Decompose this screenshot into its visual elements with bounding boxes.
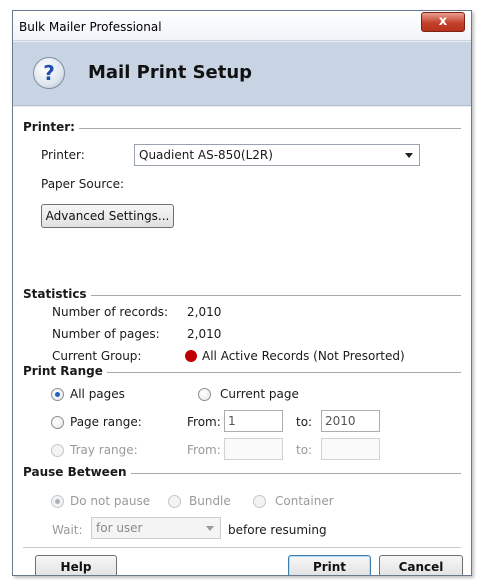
before-resuming-label: before resuming xyxy=(228,523,327,537)
dialog-heading: Mail Print Setup xyxy=(88,62,253,83)
print-range-section-header: Print Range xyxy=(23,364,461,380)
dialog-window: Bulk Mailer Professional x ? Mail Print … xyxy=(12,10,472,576)
cancel-button[interactable]: Cancel xyxy=(379,555,463,575)
do-not-pause-label[interactable]: Do not pause xyxy=(70,494,150,508)
close-icon: x xyxy=(438,14,448,29)
statistics-section-header: Statistics xyxy=(23,287,461,303)
wait-label: Wait: xyxy=(52,523,83,537)
printer-dropdown[interactable]: Quadient AS-850(L2R) xyxy=(134,144,420,166)
page-to-label: to: xyxy=(296,415,313,429)
page-from-label: From: xyxy=(187,415,221,429)
pause-section-header: Pause Between xyxy=(23,465,461,481)
all-pages-label[interactable]: All pages xyxy=(70,387,125,401)
pages-value: 2,010 xyxy=(187,327,222,341)
title-bar: Bulk Mailer Professional x xyxy=(13,11,471,41)
advanced-settings-button[interactable]: Advanced Settings... xyxy=(41,204,174,228)
printer-section-label: Printer: xyxy=(23,120,79,134)
group-status-dot xyxy=(185,350,197,362)
container-radio[interactable] xyxy=(253,495,266,508)
tray-range-label[interactable]: Tray range: xyxy=(70,443,138,457)
tray-to-label: to: xyxy=(296,443,313,457)
chevron-down-icon xyxy=(405,153,413,158)
paper-source-label: Paper Source: xyxy=(41,177,125,191)
wait-dropdown[interactable]: for user xyxy=(91,517,221,539)
do-not-pause-radio[interactable] xyxy=(51,495,64,508)
tray-from-input[interactable] xyxy=(224,438,283,460)
print-button[interactable]: Print xyxy=(288,555,371,575)
tray-from-label: From: xyxy=(187,443,221,457)
all-pages-radio[interactable] xyxy=(51,388,64,401)
bundle-label[interactable]: Bundle xyxy=(189,494,231,508)
dialog-content: Printer: Printer: Quadient AS-850(L2R) P… xyxy=(13,107,471,575)
printer-section-header: Printer: xyxy=(23,120,461,136)
tray-to-input[interactable] xyxy=(321,438,380,460)
current-group-value: All Active Records (Not Presorted) xyxy=(202,349,405,363)
window-title: Bulk Mailer Professional xyxy=(19,20,162,34)
records-label: Number of records: xyxy=(52,305,169,319)
statistics-section-label: Statistics xyxy=(23,287,91,301)
close-button[interactable]: x xyxy=(421,12,465,32)
page-range-radio[interactable] xyxy=(51,416,64,429)
print-range-section-label: Print Range xyxy=(23,364,107,378)
page-range-label[interactable]: Page range: xyxy=(70,415,142,429)
printer-label: Printer: xyxy=(41,148,85,162)
pages-label: Number of pages: xyxy=(52,327,160,341)
records-value: 2,010 xyxy=(187,305,222,319)
page-to-input[interactable]: 2010 xyxy=(321,410,380,432)
footer-divider xyxy=(23,547,461,548)
current-page-radio[interactable] xyxy=(198,388,211,401)
chevron-down-icon xyxy=(206,526,214,531)
pause-section-label: Pause Between xyxy=(23,465,131,479)
tray-range-radio[interactable] xyxy=(51,444,64,457)
container-label[interactable]: Container xyxy=(275,494,334,508)
bundle-radio[interactable] xyxy=(168,495,181,508)
wait-value: for user xyxy=(96,521,143,535)
printer-value: Quadient AS-850(L2R) xyxy=(139,148,273,162)
current-page-label[interactable]: Current page xyxy=(220,387,299,401)
help-icon: ? xyxy=(33,57,65,89)
current-group-label: Current Group: xyxy=(52,349,142,363)
help-button[interactable]: Help xyxy=(35,555,117,575)
page-from-input[interactable]: 1 xyxy=(224,410,283,432)
header-banner: ? Mail Print Setup xyxy=(13,42,471,106)
